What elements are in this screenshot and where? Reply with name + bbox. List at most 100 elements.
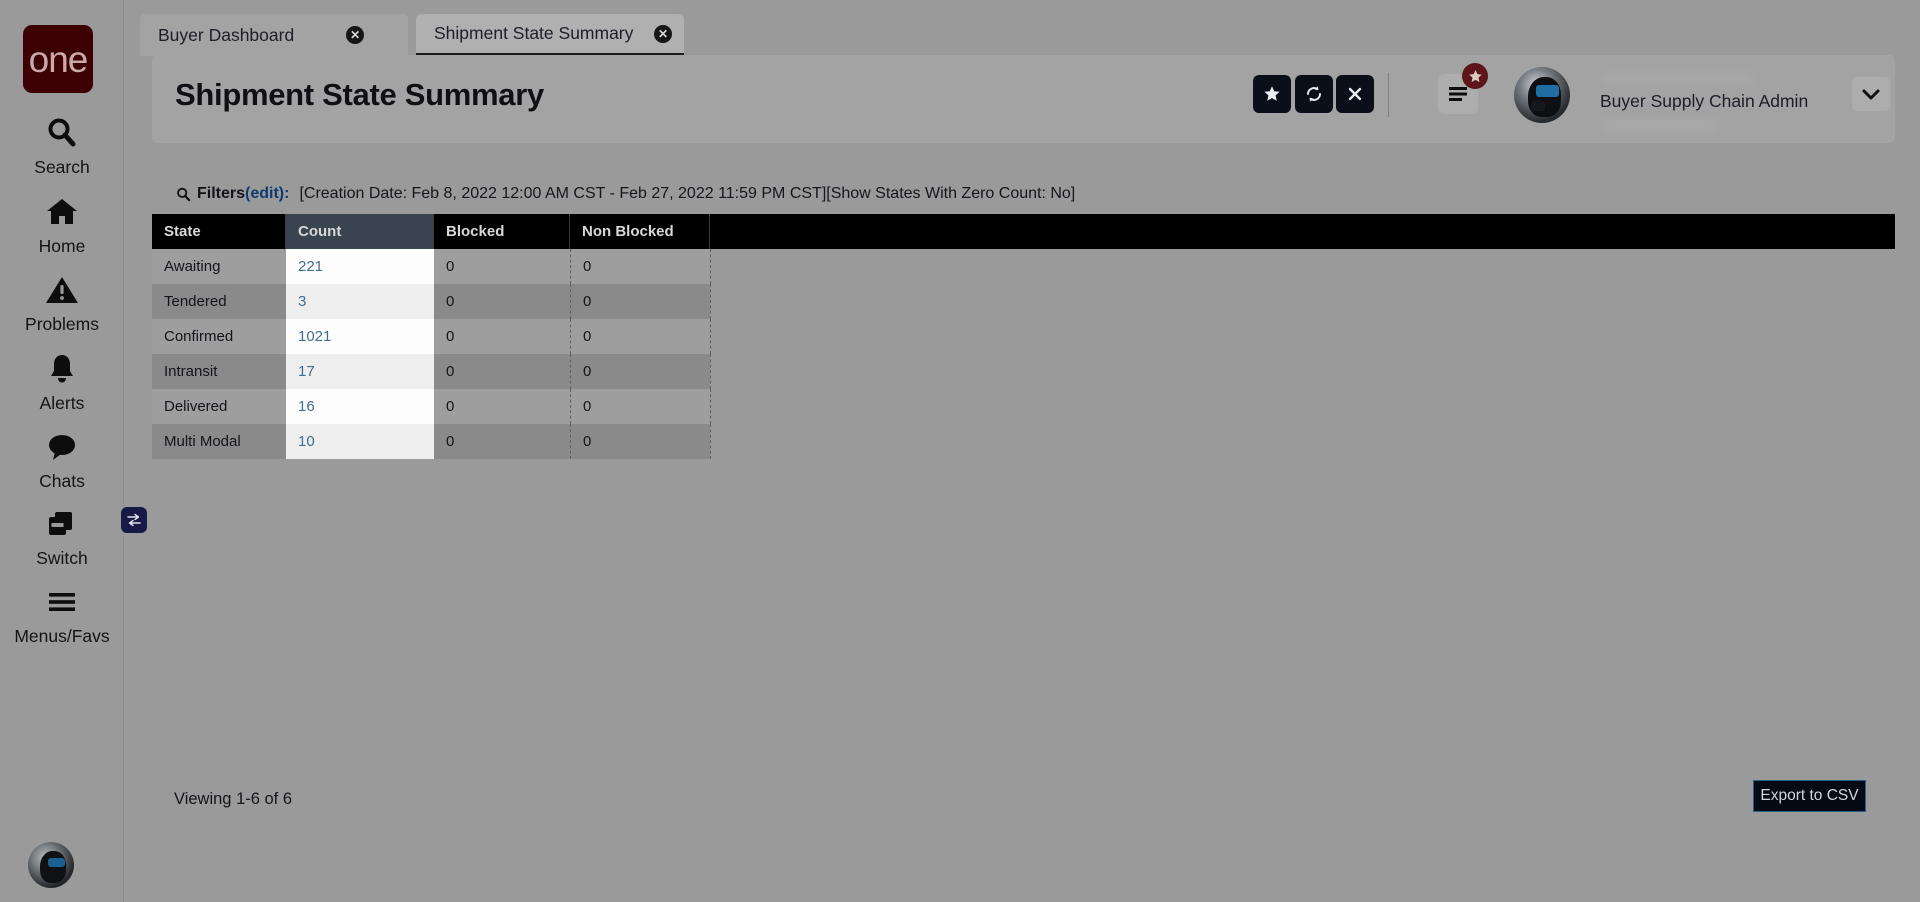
sidebar-label-home: Home bbox=[38, 236, 86, 256]
cell-blocked: 0 bbox=[434, 284, 570, 319]
sidebar-item-chats[interactable]: Chats bbox=[0, 426, 124, 492]
tab-buyer-dashboard[interactable]: Buyer Dashboard ✕ bbox=[140, 14, 408, 56]
favorite-button[interactable] bbox=[1253, 75, 1291, 113]
cell-filler bbox=[710, 319, 1895, 354]
search-icon bbox=[45, 112, 79, 154]
switch-badge-icon[interactable] bbox=[121, 507, 147, 533]
cell-filler bbox=[710, 284, 1895, 319]
filters-edit-link[interactable]: (edit): bbox=[245, 185, 289, 203]
table-row[interactable]: Intransit 17 0 0 bbox=[152, 354, 1895, 389]
tab-label: Shipment State Summary bbox=[434, 23, 634, 43]
redacted-user-name bbox=[1604, 73, 1754, 86]
user-info-block[interactable]: Buyer Supply Chain Admin bbox=[1592, 55, 1832, 143]
sidebar-item-home[interactable]: Home bbox=[0, 191, 124, 257]
cell-non-blocked: 0 bbox=[570, 354, 710, 389]
cell-non-blocked: 0 bbox=[570, 249, 710, 284]
star-icon bbox=[1468, 69, 1482, 82]
cell-count[interactable]: 10 bbox=[286, 424, 434, 459]
sidebar-label-problems: Problems bbox=[25, 314, 99, 334]
tab-label: Buyer Dashboard bbox=[158, 24, 295, 45]
page-title: Shipment State Summary bbox=[175, 77, 544, 112]
column-header-filler bbox=[710, 214, 1895, 249]
cell-count[interactable]: 17 bbox=[286, 354, 434, 389]
column-header-state[interactable]: State bbox=[152, 214, 286, 249]
avatar-visor bbox=[48, 858, 65, 867]
avatar-mouth bbox=[1531, 101, 1545, 111]
filters-label: Filters bbox=[197, 185, 246, 202]
cell-non-blocked: 0 bbox=[570, 389, 710, 424]
star-icon bbox=[1264, 86, 1280, 101]
brand-logo-text: one bbox=[28, 38, 89, 80]
column-header-count[interactable]: Count bbox=[286, 214, 434, 249]
cell-count[interactable]: 16 bbox=[286, 389, 434, 424]
problems-icon bbox=[45, 269, 79, 311]
user-avatar[interactable] bbox=[1514, 67, 1570, 123]
tab-strip: Buyer Dashboard ✕ Shipment State Summary… bbox=[124, 0, 1920, 56]
cell-count[interactable]: 1021 bbox=[286, 319, 434, 354]
avatar-visor bbox=[1536, 85, 1559, 97]
tab-shipment-state-summary[interactable]: Shipment State Summary ✕ bbox=[416, 14, 684, 56]
cell-state: Multi Modal bbox=[152, 424, 286, 459]
sidebar-label-switch: Switch bbox=[36, 548, 88, 568]
content-panel: Filters (edit): [Creation Date: Feb 8, 2… bbox=[152, 168, 1895, 876]
cell-non-blocked: 0 bbox=[570, 284, 710, 319]
cell-state: Awaiting bbox=[152, 249, 286, 284]
user-role-label: Buyer Supply Chain Admin bbox=[1600, 91, 1809, 111]
avatar-head bbox=[40, 851, 66, 883]
user-menu-toggle[interactable] bbox=[1852, 77, 1890, 111]
cell-blocked: 0 bbox=[434, 389, 570, 424]
viewing-count-label: Viewing 1-6 of 6 bbox=[174, 790, 293, 808]
cell-state: Confirmed bbox=[152, 319, 286, 354]
menus-favorites-badge bbox=[1462, 63, 1488, 89]
avatar-head bbox=[1528, 77, 1561, 117]
cell-filler bbox=[710, 354, 1895, 389]
search-icon bbox=[176, 187, 191, 202]
cell-blocked: 0 bbox=[434, 249, 570, 284]
sidebar-label-chats: Chats bbox=[39, 471, 85, 491]
column-header-blocked[interactable]: Blocked bbox=[434, 214, 570, 249]
cell-filler bbox=[710, 249, 1895, 284]
cell-state: Tendered bbox=[152, 284, 286, 319]
tab-close-icon[interactable]: ✕ bbox=[346, 26, 365, 44]
chevron-down-icon bbox=[1862, 89, 1880, 99]
cell-blocked: 0 bbox=[434, 424, 570, 459]
cell-non-blocked: 0 bbox=[570, 319, 710, 354]
cell-state: Intransit bbox=[152, 354, 286, 389]
sidebar-item-menus-favs[interactable]: Menus/Favs bbox=[0, 581, 124, 647]
hamburger-icon bbox=[1449, 87, 1467, 101]
cell-blocked: 0 bbox=[434, 354, 570, 389]
table-row[interactable]: Multi Modal 10 0 0 bbox=[152, 424, 1895, 459]
cell-count[interactable]: 221 bbox=[286, 249, 434, 284]
cell-filler bbox=[710, 389, 1895, 424]
brand-logo[interactable]: one bbox=[23, 25, 93, 93]
refresh-button[interactable] bbox=[1295, 75, 1333, 113]
close-x-icon bbox=[1348, 87, 1362, 101]
sidebar-item-alerts[interactable]: Alerts bbox=[0, 348, 124, 414]
cell-count[interactable]: 3 bbox=[286, 284, 434, 319]
cell-filler bbox=[710, 424, 1895, 459]
sidebar-item-switch[interactable]: Switch bbox=[0, 503, 147, 569]
sidebar-item-search[interactable]: Search bbox=[0, 112, 124, 178]
table-row[interactable]: Tendered 3 0 0 bbox=[152, 284, 1895, 319]
cell-state: Delivered bbox=[152, 389, 286, 424]
hamburger-icon bbox=[46, 581, 78, 623]
shipment-state-table: State Count Blocked Non Blocked Awaiting… bbox=[152, 214, 1895, 459]
filter-bar: Filters (edit): [Creation Date: Feb 8, 2… bbox=[152, 182, 1075, 206]
sidebar-item-problems[interactable]: Problems bbox=[0, 269, 124, 335]
table-row[interactable]: Delivered 16 0 0 bbox=[152, 389, 1895, 424]
chats-icon bbox=[46, 426, 78, 468]
switch-icon bbox=[45, 503, 147, 545]
table-row[interactable]: Awaiting 221 0 0 bbox=[152, 249, 1895, 284]
close-page-button[interactable] bbox=[1336, 75, 1374, 113]
column-header-non-blocked[interactable]: Non Blocked bbox=[570, 214, 710, 249]
header-divider bbox=[1388, 73, 1389, 117]
export-to-csv-button[interactable]: Export to CSV bbox=[1753, 780, 1866, 812]
page-header-panel: Shipment State Summary Buyer Supply Chai… bbox=[152, 55, 1895, 143]
sidebar-label-search: Search bbox=[34, 157, 90, 177]
left-sidebar: one Search Home Problems Alerts Chats Sw… bbox=[0, 0, 147, 902]
filters-value: [Creation Date: Feb 8, 2022 12:00 AM CST… bbox=[299, 185, 1076, 202]
tab-close-icon[interactable]: ✕ bbox=[654, 24, 672, 43]
sidebar-avatar[interactable] bbox=[28, 842, 74, 888]
refresh-icon bbox=[1307, 86, 1321, 102]
table-row[interactable]: Confirmed 1021 0 0 bbox=[152, 319, 1895, 354]
